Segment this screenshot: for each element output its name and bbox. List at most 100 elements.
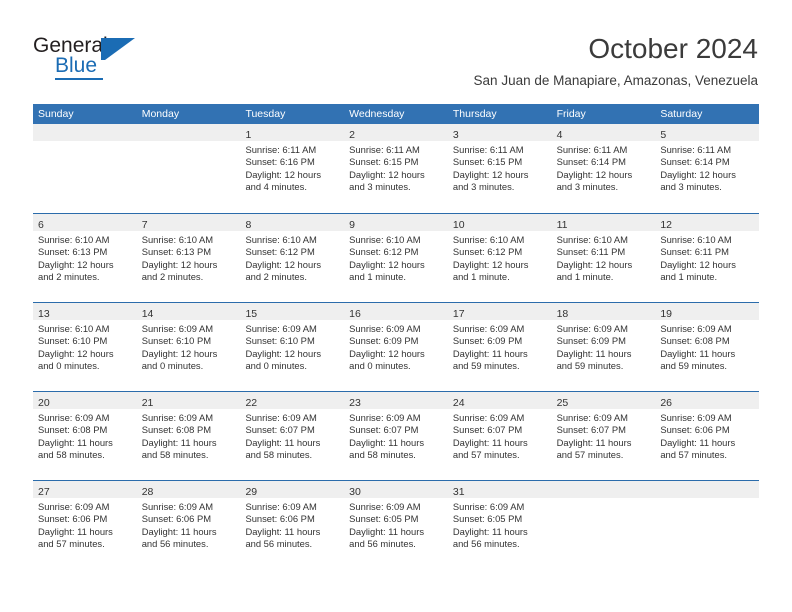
sunrise-text: Sunrise: 6:11 AM [349,144,420,155]
day-number-band: 31 [447,481,552,498]
day-number-band: 17 [447,303,552,320]
calendar-day-cell[interactable]: 25 Sunrise: 6:09 AM Sunset: 6:07 PM Dayligh… [551,392,656,480]
sunrise-text: Sunrise: 6:09 AM [349,501,421,512]
calendar-day-cell[interactable]: 30 Sunrise: 6:09 AM Sunset: 6:05 PM Dayligh… [344,481,448,569]
day-number-band: 16 [344,303,448,320]
day-sun-info: Sunrise: 6:11 AM Sunset: 6:14 PM Daylight:… [655,141,759,194]
day-number-band [551,481,656,498]
calendar-day-cell[interactable]: 15 Sunrise: 6:09 AM Sunset: 6:10 PM Dayligh… [240,303,345,391]
day-number: 20 [38,397,50,409]
sunrise-text: Sunrise: 6:09 AM [245,412,317,423]
daylight-text-line1: Daylight: 12 hours [660,168,736,180]
calendar-day-cell[interactable]: 18 Sunrise: 6:09 AM Sunset: 6:09 PM Dayligh… [551,303,656,391]
calendar-day-cell[interactable]: 16 Sunrise: 6:09 AM Sunset: 6:09 PM Dayligh… [344,303,448,391]
sunset-text: Sunset: 6:09 PM [556,335,626,347]
calendar-day-cell[interactable]: 6 Sunrise: 6:10 AM Sunset: 6:13 PM Daylight… [33,214,137,302]
sunrise-text: Sunrise: 6:09 AM [245,501,317,512]
calendar-day-cell[interactable]: 8 Sunrise: 6:10 AM Sunset: 6:12 PM Daylight… [240,214,345,302]
sunset-text: Sunset: 6:09 PM [452,335,523,347]
day-number-band: 26 [655,392,760,409]
day-number-band: 28 [136,481,241,498]
calendar-day-cell[interactable]: 24 Sunrise: 6:09 AM Sunset: 6:07 PM Dayligh… [447,392,552,480]
calendar-day-cell[interactable]: 20 Sunrise: 6:09 AM Sunset: 6:08 PM Dayligh… [33,392,137,480]
day-sun-info: Sunrise: 6:10 AM Sunset: 6:13 PM Daylight:… [137,231,241,284]
day-number-band [655,481,760,498]
sunset-text: Sunset: 6:12 PM [452,246,523,258]
calendar-day-cell[interactable]: 3 Sunrise: 6:11 AM Sunset: 6:15 PM Daylight… [447,124,552,213]
calendar-day-cell[interactable]: 1 Sunrise: 6:11 AM Sunset: 6:16 PM Daylight… [240,124,345,213]
calendar-day-cell[interactable]: 13 Sunrise: 6:10 AM Sunset: 6:10 PM Dayligh… [33,303,137,391]
sunset-text: Sunset: 6:10 PM [38,335,108,347]
daylight-text-line2: and 57 minutes. [452,449,520,461]
day-number-band [136,124,241,141]
sunrise-text: Sunrise: 6:10 AM [141,234,214,245]
day-number: 4 [556,129,563,141]
daylight-text-line1: Daylight: 11 hours [38,525,113,537]
calendar-day-cell[interactable]: 28 Sunrise: 6:09 AM Sunset: 6:06 PM Dayligh… [136,481,241,569]
day-number: 6 [38,219,44,231]
sunset-text: Sunset: 6:14 PM [660,156,730,168]
calendar-day-cell[interactable]: 29 Sunrise: 6:09 AM Sunset: 6:06 PM Dayligh… [240,481,345,569]
daylight-text-line1: Daylight: 12 hours [349,168,425,180]
daylight-text-line2: and 4 minutes. [245,181,307,193]
daylight-text-line2: and 2 minutes. [38,271,100,283]
weekday-header-tuesday: Tuesday [245,108,286,120]
day-sun-info: Sunrise: 6:10 AM Sunset: 6:10 PM Daylight:… [33,320,137,373]
weekday-header-saturday: Saturday [660,108,703,120]
day-sun-info: Sunrise: 6:11 AM Sunset: 6:14 PM Daylight:… [552,141,656,194]
day-number: 29 [245,486,258,498]
day-sun-info: Sunrise: 6:09 AM Sunset: 6:05 PM Daylight:… [448,498,552,551]
calendar-day-cell[interactable]: 7 Sunrise: 6:10 AM Sunset: 6:13 PM Daylight… [136,214,241,302]
logo-triangle-shape [105,38,135,60]
sunrise-text: Sunrise: 6:09 AM [141,412,214,423]
general-blue-logo[interactable]: General Blue [33,34,233,84]
weekday-header-thursday: Thursday [452,108,497,120]
daylight-text-line1: Daylight: 12 hours [245,258,322,270]
daylight-text-line2: and 3 minutes. [349,181,411,193]
day-sun-info: Sunrise: 6:09 AM Sunset: 6:06 PM Daylight:… [240,498,344,551]
calendar-day-cell[interactable]: 22 Sunrise: 6:09 AM Sunset: 6:07 PM Dayligh… [240,392,345,480]
calendar-day-cell[interactable]: 5 Sunrise: 6:11 AM Sunset: 6:14 PM Daylight… [655,124,760,213]
day-number-band: 12 [655,214,760,231]
day-number: 21 [141,397,154,409]
daylight-text-line1: Daylight: 11 hours [452,436,528,448]
calendar-day-cell[interactable]: 2 Sunrise: 6:11 AM Sunset: 6:15 PM Daylight… [344,124,448,213]
calendar-day-cell[interactable]: 14 Sunrise: 6:09 AM Sunset: 6:10 PM Dayligh… [136,303,241,391]
calendar-day-cell-empty [655,481,760,569]
daylight-text-line2: and 1 minute. [660,271,718,283]
calendar-day-cell[interactable]: 31 Sunrise: 6:09 AM Sunset: 6:05 PM Dayligh… [447,481,552,569]
sunset-text: Sunset: 6:08 PM [660,335,730,347]
calendar-day-cell[interactable]: 27 Sunrise: 6:09 AM Sunset: 6:06 PM Dayligh… [33,481,137,569]
calendar-day-cell[interactable]: 12 Sunrise: 6:10 AM Sunset: 6:11 PM Dayligh… [655,214,760,302]
day-number-band: 22 [240,392,345,409]
day-number: 3 [452,129,459,141]
daylight-text-line1: Daylight: 12 hours [141,258,218,270]
daylight-text-line1: Daylight: 11 hours [556,347,632,359]
sunrise-text: Sunrise: 6:11 AM [245,144,317,155]
daylight-text-line2: and 58 minutes. [38,449,105,461]
calendar-day-cell[interactable]: 17 Sunrise: 6:09 AM Sunset: 6:09 PM Dayligh… [447,303,552,391]
sunset-text: Sunset: 6:11 PM [556,246,626,258]
day-number-band: 10 [447,214,552,231]
calendar-day-cell[interactable]: 10 Sunrise: 6:10 AM Sunset: 6:12 PM Dayligh… [447,214,552,302]
calendar-week-row: 13 Sunrise: 6:10 AM Sunset: 6:10 PM Dayligh… [33,302,760,391]
calendar-day-cell[interactable]: 26 Sunrise: 6:09 AM Sunset: 6:06 PM Dayligh… [655,392,760,480]
daylight-text-line2: and 2 minutes. [245,271,307,283]
calendar-day-cell[interactable]: 19 Sunrise: 6:09 AM Sunset: 6:08 PM Dayligh… [655,303,760,391]
calendar-day-cell[interactable]: 4 Sunrise: 6:11 AM Sunset: 6:14 PM Daylight… [551,124,656,213]
calendar-day-cell[interactable]: 23 Sunrise: 6:09 AM Sunset: 6:07 PM Dayligh… [344,392,448,480]
sunset-text: Sunset: 6:06 PM [660,424,730,436]
sunrise-text: Sunrise: 6:10 AM [245,234,317,245]
daylight-text-line2: and 56 minutes. [452,538,520,550]
calendar-day-cell[interactable]: 21 Sunrise: 6:09 AM Sunset: 6:08 PM Dayligh… [136,392,241,480]
day-number-band: 7 [136,214,241,231]
calendar-day-cell[interactable]: 11 Sunrise: 6:10 AM Sunset: 6:11 PM Dayligh… [551,214,656,302]
calendar-grid: Sunday Monday Tuesday Wednesday Thursday Frid… [33,104,760,569]
sunset-text: Sunset: 6:07 PM [452,424,523,436]
location-subtitle: San Juan de Manapiare, Amazonas, Venezue… [473,73,758,88]
daylight-text-line2: and 58 minutes. [141,449,209,461]
daylight-text-line2: and 0 minutes. [141,360,204,372]
sunrise-text: Sunrise: 6:10 AM [660,234,732,245]
calendar-day-cell[interactable]: 9 Sunrise: 6:10 AM Sunset: 6:12 PM Daylight… [344,214,448,302]
day-number-band: 3 [447,124,552,141]
